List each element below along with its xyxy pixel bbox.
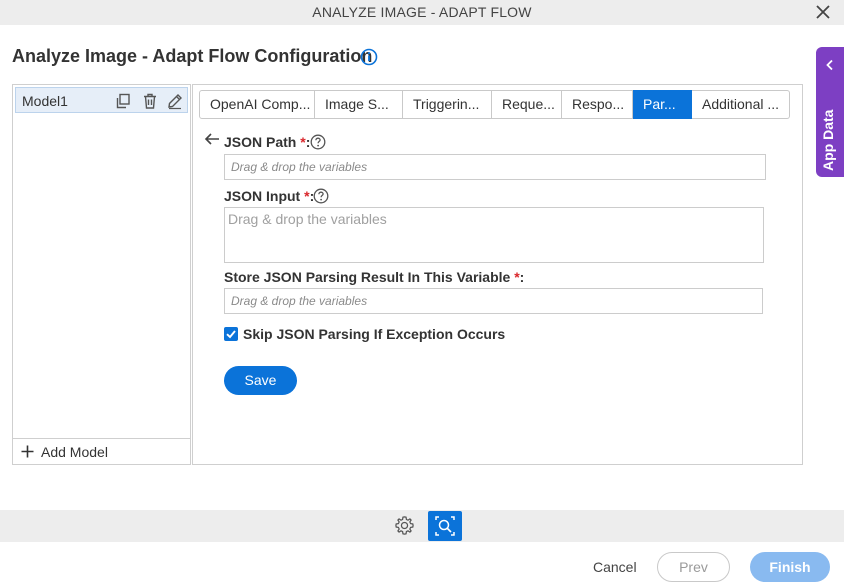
- model-item[interactable]: Model1: [15, 87, 188, 113]
- json-input-textarea[interactable]: Drag & drop the variables: [224, 207, 764, 263]
- app-data-label: App Data: [820, 109, 836, 171]
- copy-icon[interactable]: [114, 92, 132, 110]
- tab-response[interactable]: Respo...: [562, 90, 633, 119]
- app-data-tab[interactable]: App Data: [816, 47, 844, 177]
- tab-openai-configuration[interactable]: OpenAI Comp...: [199, 90, 315, 119]
- model-name: Model1: [22, 93, 68, 109]
- checkmark-icon: [226, 330, 236, 339]
- tab-additional[interactable]: Additional ...: [692, 90, 790, 119]
- help-icon[interactable]: [313, 188, 329, 204]
- add-model-label: Add Model: [41, 444, 108, 460]
- model-list-panel: Model1 Add Model: [12, 84, 191, 465]
- edit-icon[interactable]: [166, 92, 184, 110]
- tab-request[interactable]: Reque...: [492, 90, 562, 119]
- skip-exception-label: Skip JSON Parsing If Exception Occurs: [243, 326, 506, 342]
- add-model-button[interactable]: Add Model: [13, 438, 190, 464]
- window-title: ANALYZE IMAGE - ADAPT FLOW: [312, 4, 532, 20]
- json-input-label: JSON Input *:: [224, 188, 315, 204]
- gear-icon[interactable]: [394, 515, 415, 536]
- tab-triggering[interactable]: Triggerin...: [403, 90, 492, 119]
- window-titlebar: ANALYZE IMAGE - ADAPT FLOW: [0, 0, 844, 25]
- json-path-label: JSON Path *:: [224, 134, 311, 150]
- store-result-label: Store JSON Parsing Result In This Variab…: [224, 269, 525, 285]
- help-icon[interactable]: [310, 134, 326, 150]
- save-button[interactable]: Save: [224, 366, 297, 395]
- image-search-icon: [435, 516, 455, 536]
- prev-button[interactable]: Prev: [657, 552, 730, 582]
- chevron-left-icon: [826, 59, 833, 71]
- page-title: Analyze Image - Adapt Flow Configuration: [12, 46, 373, 66]
- config-tabs: OpenAI Comp... Image S... Triggerin... R…: [199, 90, 790, 119]
- store-result-input[interactable]: Drag & drop the variables: [224, 288, 763, 314]
- delete-icon[interactable]: [141, 92, 159, 110]
- plus-icon: [21, 445, 34, 458]
- finish-button[interactable]: Finish: [750, 552, 830, 582]
- info-icon[interactable]: [360, 48, 378, 66]
- bottom-toolbar: [0, 510, 844, 542]
- tab-image-source[interactable]: Image S...: [315, 90, 403, 119]
- tab-parse[interactable]: Par...: [633, 90, 692, 119]
- close-icon[interactable]: [814, 2, 832, 22]
- cancel-button[interactable]: Cancel: [593, 559, 637, 575]
- json-path-input[interactable]: Drag & drop the variables: [224, 154, 766, 180]
- skip-exception-checkbox[interactable]: [224, 327, 238, 341]
- back-arrow-icon[interactable]: [204, 132, 220, 146]
- image-analysis-button[interactable]: [428, 511, 462, 541]
